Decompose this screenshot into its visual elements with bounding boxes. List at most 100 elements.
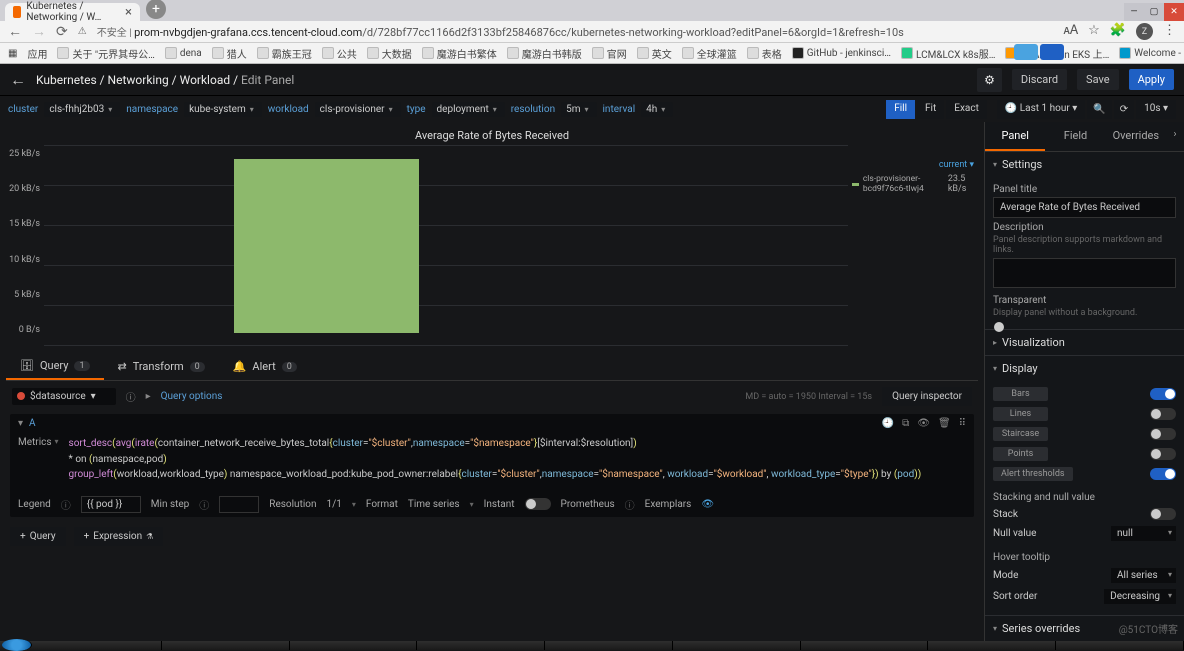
bookmark-item[interactable]: 应用 [27, 46, 47, 61]
legend-header[interactable]: current ▾ [852, 160, 974, 170]
minstep-input[interactable] [219, 496, 259, 513]
tab-query[interactable]: 🗄Query1 [6, 353, 104, 380]
bookmark-item[interactable]: 魔游白书韩版 [507, 46, 582, 61]
insecure-icon[interactable]: ⚠ [78, 26, 87, 37]
time-picker[interactable]: 🕘 Last 1 hour ▾ [997, 100, 1085, 119]
staircase-toggle[interactable] [1150, 428, 1176, 440]
bookmark-item[interactable]: dena [165, 47, 202, 59]
translate-icon[interactable]: 🗚 [1063, 23, 1078, 40]
section-visualization[interactable]: ▸Visualization [985, 330, 1184, 355]
plot-area[interactable] [44, 145, 848, 345]
bookmark-item[interactable]: 大数据 [367, 46, 412, 61]
info-icon[interactable]: ⓘ [199, 497, 209, 512]
refresh-icon[interactable]: ⟳ [1114, 100, 1134, 119]
add-expression-button[interactable]: + Expression ⚗ [74, 527, 164, 546]
bar-series-1[interactable] [234, 159, 419, 333]
add-query-button[interactable]: + Query [10, 527, 66, 546]
tab-panel[interactable]: Panel [985, 122, 1045, 151]
extension-icon[interactable]: 🧩 [1110, 23, 1126, 40]
mode-select[interactable]: All series [1111, 568, 1176, 583]
back-icon[interactable]: ← [8, 23, 22, 40]
tab-field[interactable]: Field [1045, 122, 1105, 151]
var-workload[interactable]: cls-provisioner▾ [315, 102, 401, 117]
window-maximize[interactable]: ▢ [1144, 3, 1164, 21]
window-minimize[interactable]: — [1124, 3, 1144, 21]
apps-icon[interactable]: ▦ [8, 48, 17, 59]
var-namespace[interactable]: kube-system▾ [184, 102, 262, 117]
menu-icon[interactable]: ⋮ [1163, 23, 1176, 40]
format-select[interactable]: Time series [408, 499, 460, 510]
forward-icon[interactable]: → [32, 23, 46, 40]
exact-button[interactable]: Exact [946, 100, 987, 119]
bars-toggle[interactable] [1150, 388, 1176, 400]
bookmark-item[interactable]: 全球灌篮 [682, 46, 737, 61]
settings-icon[interactable]: ⚙ [977, 68, 1002, 92]
query-options-link[interactable]: Query options [161, 391, 223, 402]
profile-avatar[interactable]: Z [1136, 23, 1153, 40]
fit-button[interactable]: Fit [917, 100, 944, 119]
sort-select[interactable]: Decreasing [1104, 589, 1176, 604]
bookmark-item[interactable]: 猎人 [212, 46, 247, 61]
collapse-pane-icon[interactable]: › [1166, 122, 1184, 151]
resolution-select[interactable]: 1/1 [327, 499, 342, 510]
tab-overrides[interactable]: Overrides [1106, 122, 1166, 151]
bookmark-item[interactable]: Welcome - Beats:… [1119, 47, 1184, 59]
section-display[interactable]: ▾Display [985, 356, 1184, 381]
breadcrumb[interactable]: Kubernetes / Networking / Workload / Edi… [36, 73, 294, 87]
tab-alert[interactable]: 🔔Alert0 [219, 353, 311, 380]
query-editor[interactable]: sort_desc(avg(irate(container_network_re… [67, 435, 966, 486]
drag-handle-icon[interactable]: ⠿ [959, 418, 966, 429]
discard-button[interactable]: Discard [1012, 69, 1067, 90]
bookmark-item[interactable]: LCM&LCX k8s服… [901, 46, 995, 61]
datasource-picker[interactable]: $datasource ▾ [12, 388, 116, 405]
section-settings[interactable]: ▾Settings [985, 152, 1184, 177]
var-resolution[interactable]: 5m▾ [561, 102, 596, 117]
url-field[interactable]: 不安全 | prom-nvbgdjen-grafana.ccs.tencent-… [97, 24, 1054, 39]
chevron-down-icon[interactable]: ▾ [18, 418, 23, 429]
alert-thresholds-toggle[interactable] [1150, 468, 1176, 480]
points-toggle[interactable] [1150, 448, 1176, 460]
eye-icon[interactable]: 👁 [701, 499, 714, 510]
tab-transform[interactable]: ⇄Transform0 [104, 353, 219, 380]
refresh-interval[interactable]: 10s ▾ [1136, 100, 1176, 119]
zoom-out-icon[interactable]: 🔍 [1087, 100, 1111, 119]
bookmark-item[interactable]: 公共 [322, 46, 357, 61]
var-interval[interactable]: 4h▾ [641, 102, 673, 117]
trash-icon[interactable]: 🗑 [938, 418, 951, 429]
var-type[interactable]: deployment▾ [432, 102, 505, 117]
fill-button[interactable]: Fill [886, 100, 915, 119]
copy-icon[interactable]: ⧉ [902, 418, 909, 429]
window-close[interactable]: ✕ [1164, 3, 1184, 21]
stack-toggle[interactable] [1150, 508, 1176, 520]
save-button[interactable]: Save [1077, 69, 1119, 90]
description-input[interactable] [993, 258, 1176, 288]
query-inspector-button[interactable]: Query inspector [882, 387, 972, 406]
bookmark-item[interactable]: 表格 [747, 46, 782, 61]
lines-toggle[interactable] [1150, 408, 1176, 420]
eye-icon[interactable]: 👁 [917, 418, 930, 429]
new-tab-button[interactable]: + [146, 0, 166, 19]
var-cluster[interactable]: cls-fhhj2b03▾ [44, 102, 120, 117]
nullvalue-select[interactable]: null [1111, 526, 1176, 541]
bookmark-item[interactable]: GitHub - jenkinsci… [792, 47, 891, 59]
bookmark-item[interactable]: 霸族王冠 [257, 46, 312, 61]
apply-button[interactable]: Apply [1129, 69, 1174, 90]
info-icon[interactable]: ⓘ [625, 497, 635, 512]
browser-tab[interactable]: Kubernetes / Networking / W… × [5, 3, 140, 21]
info-icon[interactable]: ⓘ [126, 389, 136, 404]
bookmark-star-icon[interactable]: ☆ [1088, 23, 1100, 40]
info-icon[interactable]: ⓘ [61, 497, 71, 512]
panel-title-input[interactable] [993, 197, 1176, 218]
legend-item[interactable]: cls-provisioner-bcd9f76c6-tlwj4 23.5 kB/… [852, 174, 974, 194]
bookmark-item[interactable]: 官网 [592, 46, 627, 61]
back-button[interactable]: ← [10, 70, 26, 90]
instant-toggle[interactable] [525, 498, 551, 510]
tab-close-icon[interactable]: × [125, 5, 132, 20]
reload-icon[interactable]: ⟳ [56, 24, 68, 40]
bookmark-item[interactable]: 英文 [637, 46, 672, 61]
taskbar[interactable] [0, 641, 1184, 650]
legend-input[interactable] [81, 496, 141, 513]
clock-icon[interactable]: 🕘 [882, 418, 894, 429]
bookmark-item[interactable]: 魔游白书繁体 [422, 46, 497, 61]
bookmark-item[interactable]: 关于 "元界其母公… [57, 46, 154, 61]
